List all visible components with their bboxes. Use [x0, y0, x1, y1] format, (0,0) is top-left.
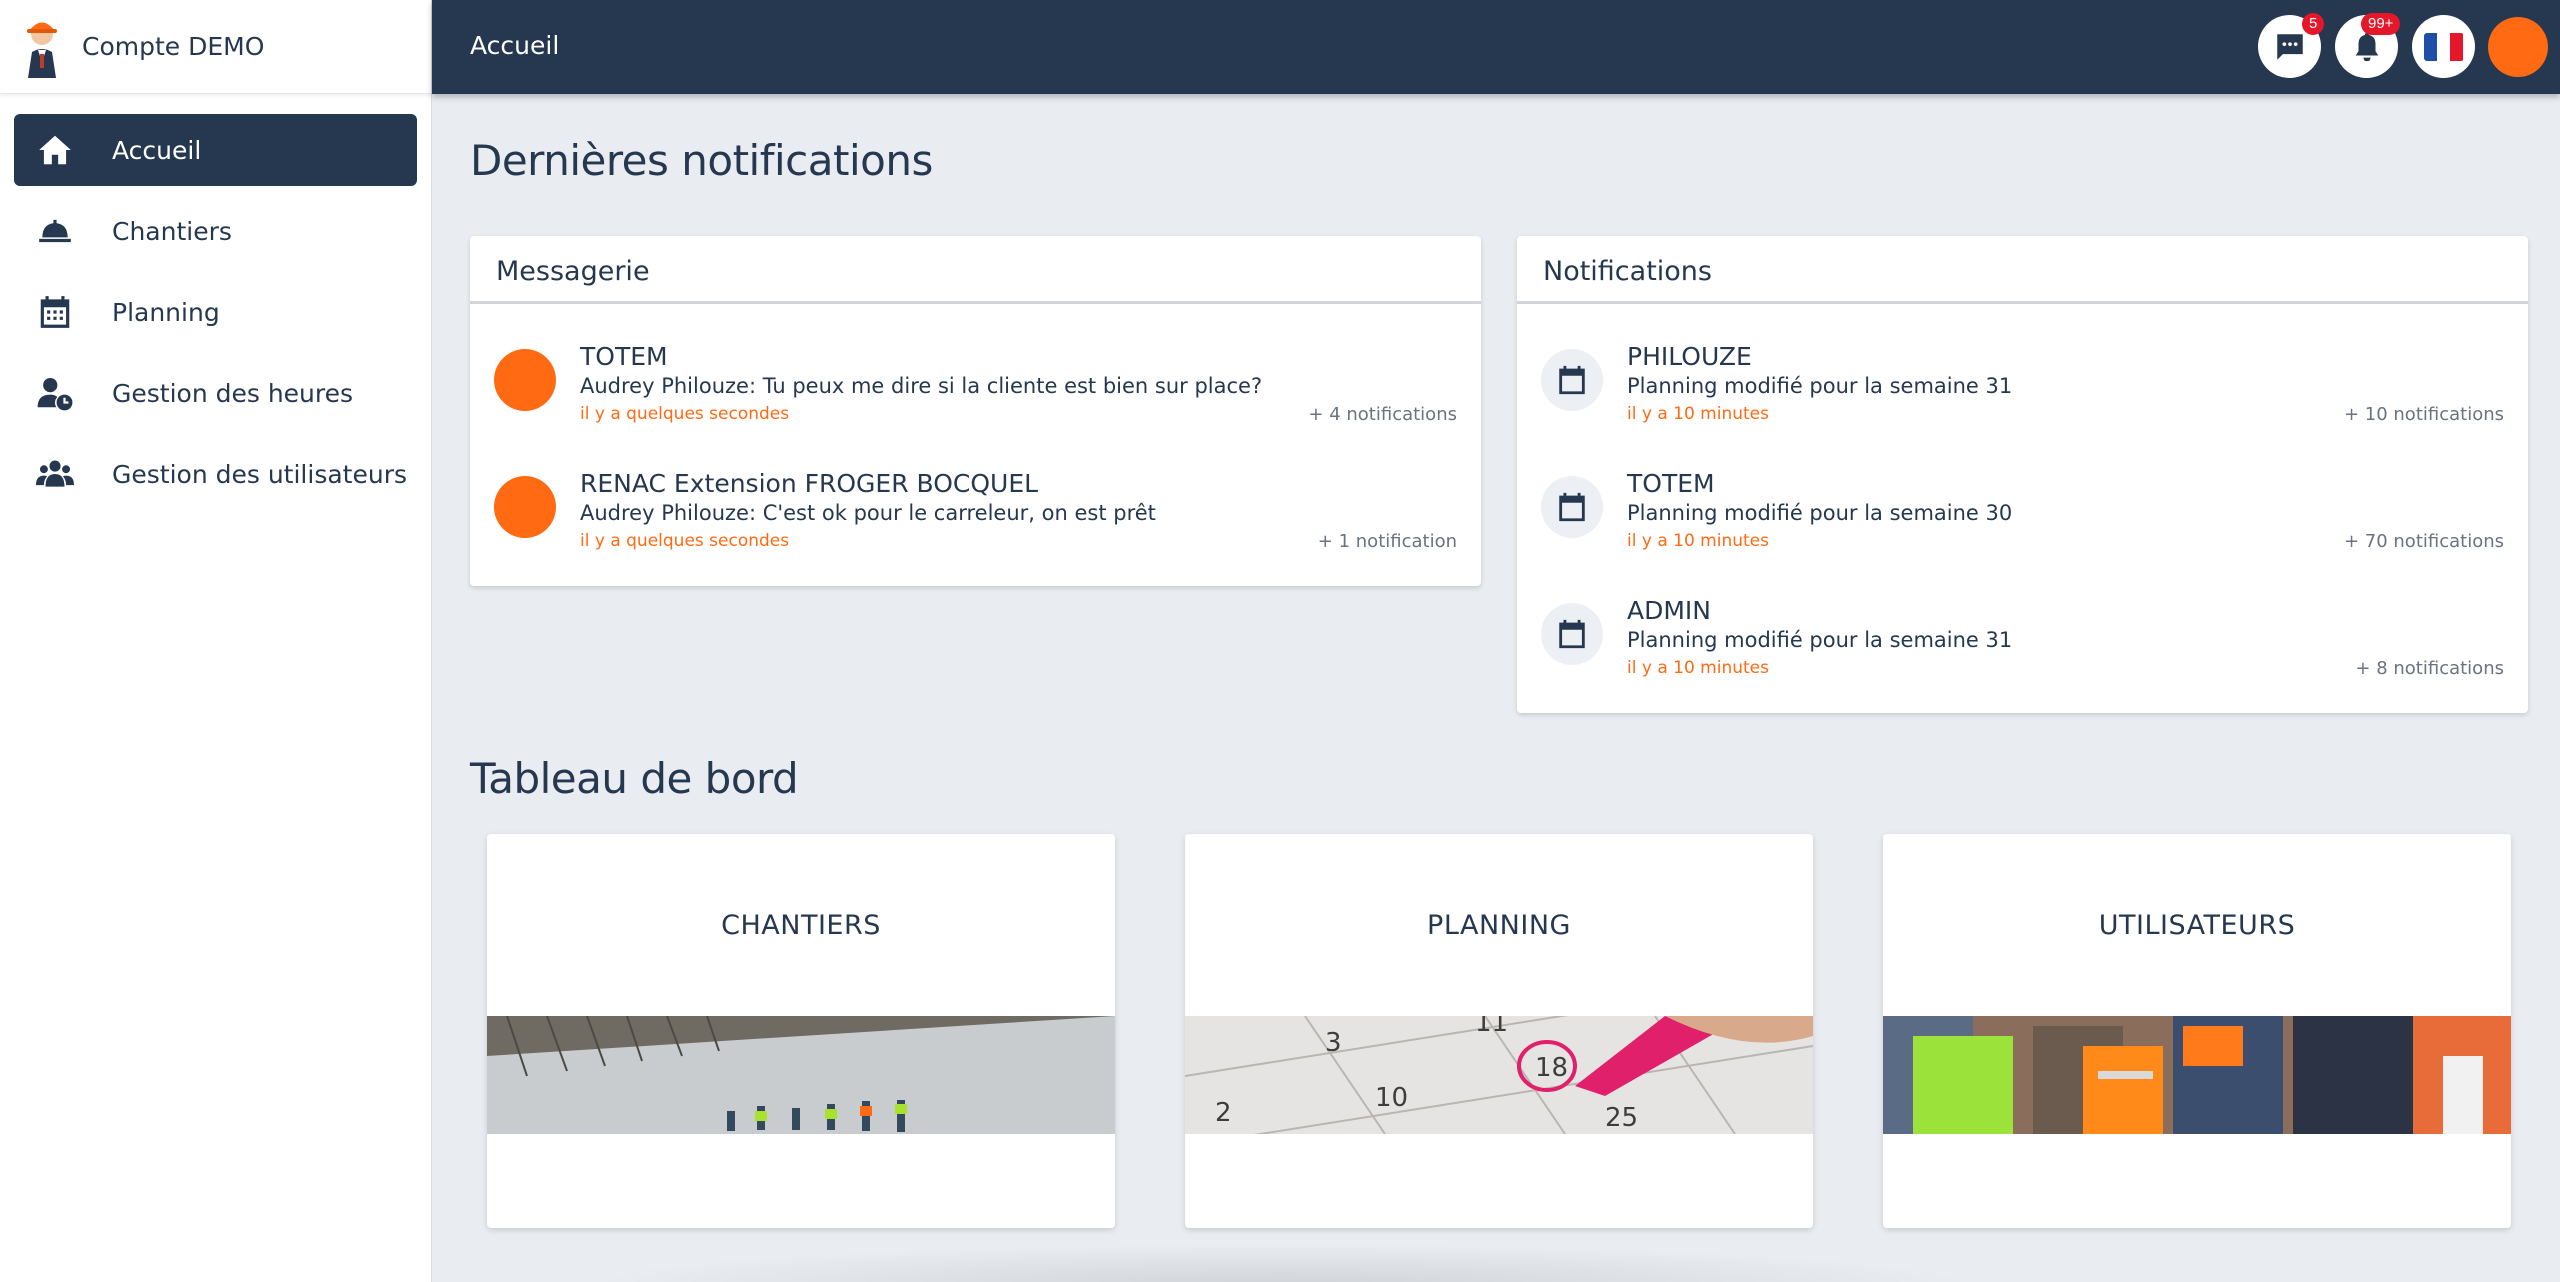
- page-title: Accueil: [470, 31, 560, 60]
- calendar-icon: [1541, 349, 1603, 411]
- sidebar-nav: Accueil Chantiers Planning Gestion des h…: [0, 94, 431, 539]
- dashboard-card-planning[interactable]: PLANNING 3 2 10 18 25 11: [1185, 834, 1813, 1228]
- worker-mascot-logo: [27, 22, 57, 78]
- notifications-header: Notifications: [1517, 236, 2528, 304]
- dashboard-card-label: CHANTIERS: [721, 909, 881, 941]
- dashboard-card-chantiers[interactable]: CHANTIERS: [487, 834, 1115, 1228]
- dashboard-card-label: UTILISATEURS: [2098, 909, 2296, 941]
- home-icon: [34, 129, 76, 171]
- conversation-title: RENAC Extension FROGER BOCQUEL: [580, 469, 1039, 498]
- conversation-count: + 4 notifications: [1308, 404, 1457, 425]
- conversation-message: Audrey Philouze: C'est ok pour le carrel…: [580, 501, 1156, 525]
- hard-hat-icon: [34, 210, 76, 252]
- notification-title: ADMIN: [1627, 596, 1711, 625]
- dashboard-section-title: Tableau de bord: [470, 754, 799, 803]
- sidebar-item-chantiers[interactable]: Chantiers: [14, 195, 417, 267]
- conversation-message: Audrey Philouze: Tu peux me dire si la c…: [580, 374, 1263, 398]
- main-content: Dernières notifications Messagerie TOTEM…: [432, 94, 2560, 1282]
- notification-count: + 70 notifications: [2343, 531, 2504, 552]
- notification-row[interactable]: ADMIN Planning modifié pour la semaine 3…: [1517, 558, 2528, 685]
- conversation-title: TOTEM: [580, 342, 668, 371]
- notifications-section-title: Dernières notifications: [470, 136, 933, 185]
- sidebar: Compte DEMO Accueil Chantiers Planning G…: [0, 0, 432, 1282]
- dashboard-card-label: PLANNING: [1427, 909, 1571, 941]
- workers-team-image: [1883, 1016, 2511, 1134]
- message-row[interactable]: RENAC Extension FROGER BOCQUEL Audrey Ph…: [470, 431, 1481, 558]
- svg-text:3: 3: [1325, 1028, 1342, 1058]
- france-flag-icon: [2423, 32, 2464, 61]
- messagerie-card: Messagerie TOTEM Audrey Philouze: Tu peu…: [470, 236, 1481, 586]
- notifications-badge: 99+: [2361, 13, 2401, 35]
- conversation-avatar: [494, 476, 556, 538]
- notification-count: + 8 notifications: [2355, 658, 2504, 679]
- sidebar-item-heures[interactable]: Gestion des heures: [14, 357, 417, 429]
- calendar-photo-image: 3 2 10 18 25 11: [1185, 1016, 1813, 1134]
- notification-count: + 10 notifications: [2343, 404, 2504, 425]
- sidebar-item-planning[interactable]: Planning: [14, 276, 417, 348]
- notifications-card: Notifications PHILOUZE Planning modifié …: [1517, 236, 2528, 713]
- conversation-count: + 1 notification: [1317, 531, 1457, 552]
- topbar: Accueil 5 99+: [432, 0, 2560, 94]
- conversation-avatar: [494, 349, 556, 411]
- user-clock-icon: [34, 372, 76, 414]
- conversation-time: il y a quelques secondes: [580, 531, 790, 551]
- calendar-icon: [1541, 476, 1603, 538]
- sidebar-item-label: Gestion des utilisateurs: [112, 459, 407, 489]
- chat-icon: [2276, 33, 2303, 60]
- message-row[interactable]: TOTEM Audrey Philouze: Tu peux me dire s…: [470, 304, 1481, 431]
- construction-site-image: [487, 1016, 1115, 1134]
- decorative-shadow: [582, 1244, 1982, 1282]
- notification-message: Planning modifié pour la semaine 30: [1627, 501, 2013, 525]
- language-button[interactable]: [2412, 15, 2475, 78]
- sidebar-item-label: Planning: [112, 297, 220, 327]
- svg-text:25: 25: [1605, 1103, 1638, 1133]
- account-name: Compte DEMO: [82, 32, 265, 61]
- messagerie-header: Messagerie: [470, 236, 1481, 304]
- brand[interactable]: Compte DEMO: [0, 0, 431, 94]
- notification-row[interactable]: TOTEM Planning modifié pour la semaine 3…: [1517, 431, 2528, 558]
- sidebar-item-label: Chantiers: [112, 216, 232, 246]
- svg-text:18: 18: [1535, 1053, 1568, 1083]
- sidebar-item-label: Accueil: [112, 135, 202, 165]
- messages-button[interactable]: 5: [2258, 13, 2325, 78]
- sidebar-item-utilisateurs[interactable]: Gestion des utilisateurs: [14, 438, 417, 510]
- notification-time: il y a 10 minutes: [1627, 404, 1769, 424]
- notification-time: il y a 10 minutes: [1627, 658, 1769, 678]
- svg-text:10: 10: [1375, 1083, 1408, 1113]
- calendar-icon: [1541, 603, 1603, 665]
- notification-message: Planning modifié pour la semaine 31: [1627, 628, 2013, 652]
- notification-title: TOTEM: [1627, 469, 1715, 498]
- svg-text:11: 11: [1475, 1016, 1508, 1038]
- conversation-time: il y a quelques secondes: [580, 404, 790, 424]
- notification-time: il y a 10 minutes: [1627, 531, 1769, 551]
- sidebar-item-label: Gestion des heures: [112, 378, 354, 408]
- sidebar-item-accueil[interactable]: Accueil: [14, 114, 417, 186]
- dashboard-card-utilisateurs[interactable]: UTILISATEURS: [1883, 834, 2511, 1228]
- user-avatar[interactable]: [2488, 17, 2548, 77]
- notifications-button[interactable]: 99+: [2335, 13, 2401, 78]
- notification-message: Planning modifié pour la semaine 31: [1627, 374, 2013, 398]
- notification-title: PHILOUZE: [1627, 342, 1752, 371]
- svg-text:2: 2: [1215, 1098, 1232, 1128]
- calendar-icon: [34, 291, 76, 333]
- users-icon: [34, 453, 76, 495]
- notification-row[interactable]: PHILOUZE Planning modifié pour la semain…: [1517, 304, 2528, 431]
- messages-badge: 5: [2302, 13, 2325, 35]
